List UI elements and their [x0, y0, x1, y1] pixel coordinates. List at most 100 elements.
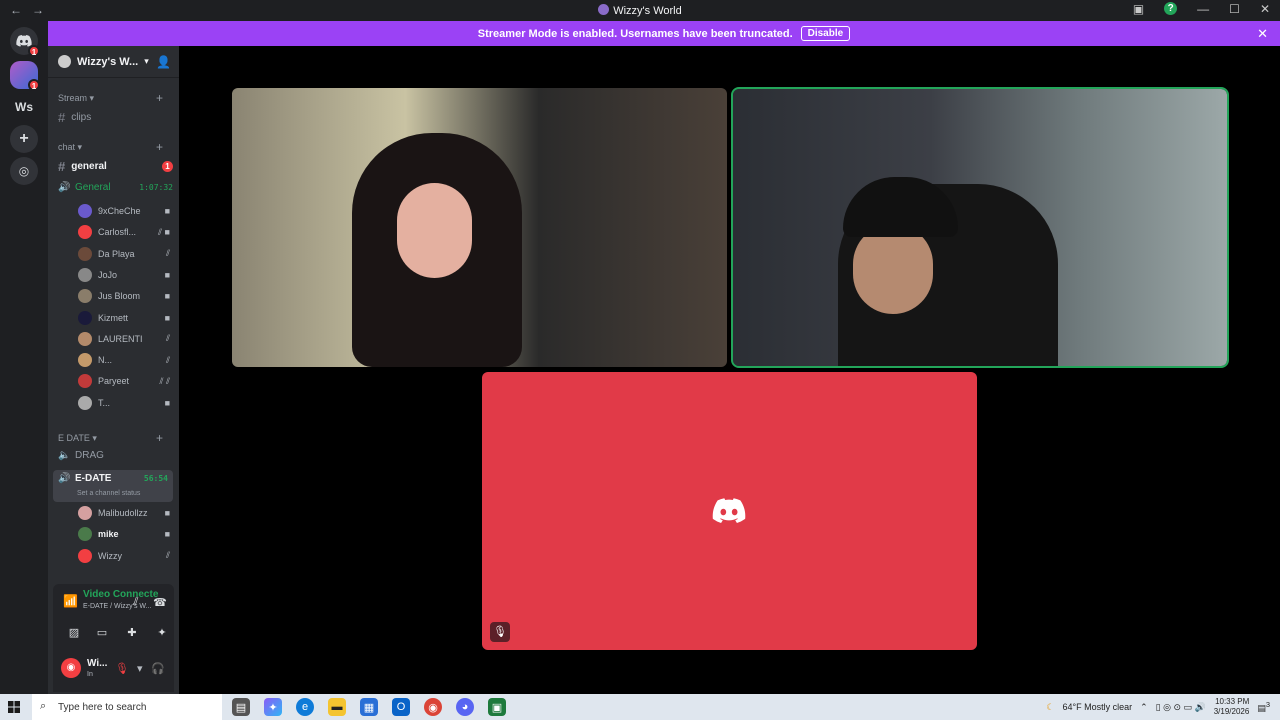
server-icon-wizzy[interactable]: 1 [10, 61, 40, 91]
discord-taskbar-icon[interactable]: ◕ [456, 698, 474, 716]
help-icon[interactable]: ? [1164, 2, 1178, 15]
minimize-button[interactable]: — [1197, 2, 1209, 16]
noise-icon[interactable]: ⫽ [125, 596, 147, 614]
guild-icon [58, 55, 71, 68]
weather-text[interactable]: 64°F Mostly clear [1062, 702, 1132, 712]
server-rail: 1 1 Ws + ◎ [0, 21, 48, 694]
add-channel-icon[interactable]: + [156, 140, 163, 154]
avatar[interactable]: ◉ [61, 658, 81, 678]
camera-icon: ■ [164, 397, 170, 408]
channel-general-label: general [71, 161, 107, 172]
window-controls: ▣ ? — ☐ ✕ [1133, 2, 1270, 16]
camera-off-icon[interactable]: ▨ [63, 626, 85, 644]
category-chat-label: chat [58, 142, 76, 152]
disconnect-icon[interactable]: ☎ [149, 596, 171, 614]
voice-status[interactable]: Video Connecte [83, 589, 158, 600]
avatar [78, 548, 92, 563]
voice-user[interactable]: Da Playa ⫽ [78, 245, 170, 263]
activities-icon[interactable]: ✚ [121, 626, 143, 644]
voice-user[interactable]: Jus Bloom ■ [78, 287, 170, 305]
voice-user[interactable]: 9xCheChe ■ [78, 202, 170, 220]
chevron-down-icon[interactable]: ▾ [137, 662, 143, 675]
add-channel-icon[interactable]: + [156, 431, 163, 445]
add-channel-icon[interactable]: + [156, 91, 163, 105]
home-badge: 1 [28, 45, 40, 57]
add-server-icon[interactable]: + [10, 125, 38, 153]
channel-general[interactable]: # general 1 [58, 159, 173, 174]
screen-share-icon[interactable]: ▭ [91, 626, 113, 644]
app-icon[interactable]: ▣ [488, 698, 506, 716]
close-button[interactable]: ✕ [1260, 2, 1270, 16]
speaker-icon: 🔊 [58, 473, 71, 484]
category-edate[interactable]: E DATE ▾ + [58, 431, 163, 445]
mic-muted-icon: ⫽ [165, 333, 170, 344]
voice-user[interactable]: JoJo ■ [78, 266, 170, 284]
server-icon-ws[interactable]: Ws [10, 93, 38, 121]
server-icon [598, 4, 610, 15]
avatar [78, 310, 92, 325]
channel-clips[interactable]: # clips [58, 110, 173, 125]
video-tile-2[interactable] [731, 87, 1229, 368]
voice-user[interactable]: Kizmett ■ [78, 309, 170, 327]
avatar [78, 267, 92, 282]
tray-icons[interactable]: ▯ ◎ ⊙ ▭ 🔊 [1156, 702, 1206, 713]
clock[interactable]: 10:33 PM 3/19/2026 [1214, 697, 1250, 717]
video-tile-3[interactable]: 🎙 [482, 372, 977, 650]
voice-user[interactable]: mike ■ [78, 525, 170, 543]
copilot-icon[interactable]: ✦ [264, 698, 282, 716]
voice-user[interactable]: Wizzy ⫽ [78, 547, 170, 565]
voice-user-name: Wizzy [98, 550, 122, 561]
chevron-up-icon[interactable]: ⌃ [1140, 702, 1148, 713]
home-button[interactable]: 1 [10, 27, 40, 57]
server-name: Wizzy's W... [77, 55, 139, 68]
system-tray: ☾ 64°F Mostly clear ⌃ ▯ ◎ ⊙ ▭ 🔊 10:33 PM… [1046, 697, 1270, 717]
voice-channel-drag[interactable]: 🔈 DRAG [58, 450, 173, 461]
speaker-icon: 🔊 [58, 182, 71, 193]
maximize-button[interactable]: ☐ [1229, 2, 1240, 16]
category-chat[interactable]: chat ▾ + [58, 140, 163, 154]
windows-start-icon[interactable] [8, 701, 20, 713]
user-name: Wi... [87, 658, 108, 669]
voice-channel-edate-label: E-DATE [75, 473, 112, 484]
screen-icon[interactable]: ▣ [1133, 2, 1144, 16]
mic-muted-icon[interactable]: 🎙 [115, 662, 129, 675]
voice-user[interactable]: Malibudollzz ■ [78, 504, 170, 522]
store-icon[interactable]: ▦ [360, 698, 378, 716]
voice-user-name: LAURENTI [98, 333, 143, 344]
voice-user-name: T... [98, 397, 111, 408]
chrome-icon[interactable]: ◉ [424, 698, 442, 716]
voice-user[interactable]: T... ■ [78, 394, 170, 412]
server-header[interactable]: Wizzy's W... ▾ 👤 [48, 46, 179, 78]
voice-channel-general[interactable]: 🔊 General 1:07:32 [58, 182, 173, 193]
channel-status[interactable]: Set a channel status [77, 490, 140, 497]
taskbar-search[interactable]: ⌕ Type here to search [32, 694, 222, 720]
outlook-icon[interactable]: O [392, 698, 410, 716]
soundboard-icon[interactable]: ✦ [151, 626, 173, 644]
avatar [78, 289, 92, 304]
voice-user[interactable]: N... ⫽ [78, 351, 170, 369]
task-view-icon[interactable]: ▤ [232, 698, 250, 716]
voice-channel-edate[interactable]: 🔊 E-DATE 56:54 Set a channel status [53, 470, 173, 502]
hash-icon: # [58, 159, 66, 174]
close-banner-icon[interactable]: ✕ [1257, 26, 1268, 42]
video-tile-1[interactable] [232, 88, 727, 367]
voice-user[interactable]: LAURENTI ⫽ [78, 330, 170, 348]
notification-icon[interactable]: ▤3 [1257, 700, 1270, 714]
voice-user[interactable]: Carlosfl... ⫽ ■ [78, 223, 170, 241]
camera-icon: ■ [164, 508, 170, 518]
category-stream-label: Stream [58, 93, 88, 103]
file-explorer-icon[interactable]: ▬ [328, 698, 346, 716]
category-stream[interactable]: Stream ▾ + [58, 91, 163, 105]
invite-icon[interactable]: 👤 [156, 55, 171, 69]
channel-clips-label: clips [71, 112, 92, 123]
discover-icon[interactable]: ◎ [10, 157, 38, 185]
headphones-icon[interactable]: 🎧 [151, 662, 165, 675]
camera-icon: ■ [164, 291, 170, 302]
edge-icon[interactable]: e [296, 698, 314, 716]
mic-muted-icon: ⫽ ■ [158, 226, 170, 237]
window-title: Wizzy's World [0, 4, 1280, 17]
disable-button[interactable]: Disable [800, 26, 851, 41]
voice-user-name: Paryeet [98, 376, 130, 387]
voice-user[interactable]: Paryeet ⫽ ⫽ [78, 372, 170, 390]
voice-timer: 1:07:32 [139, 183, 173, 192]
